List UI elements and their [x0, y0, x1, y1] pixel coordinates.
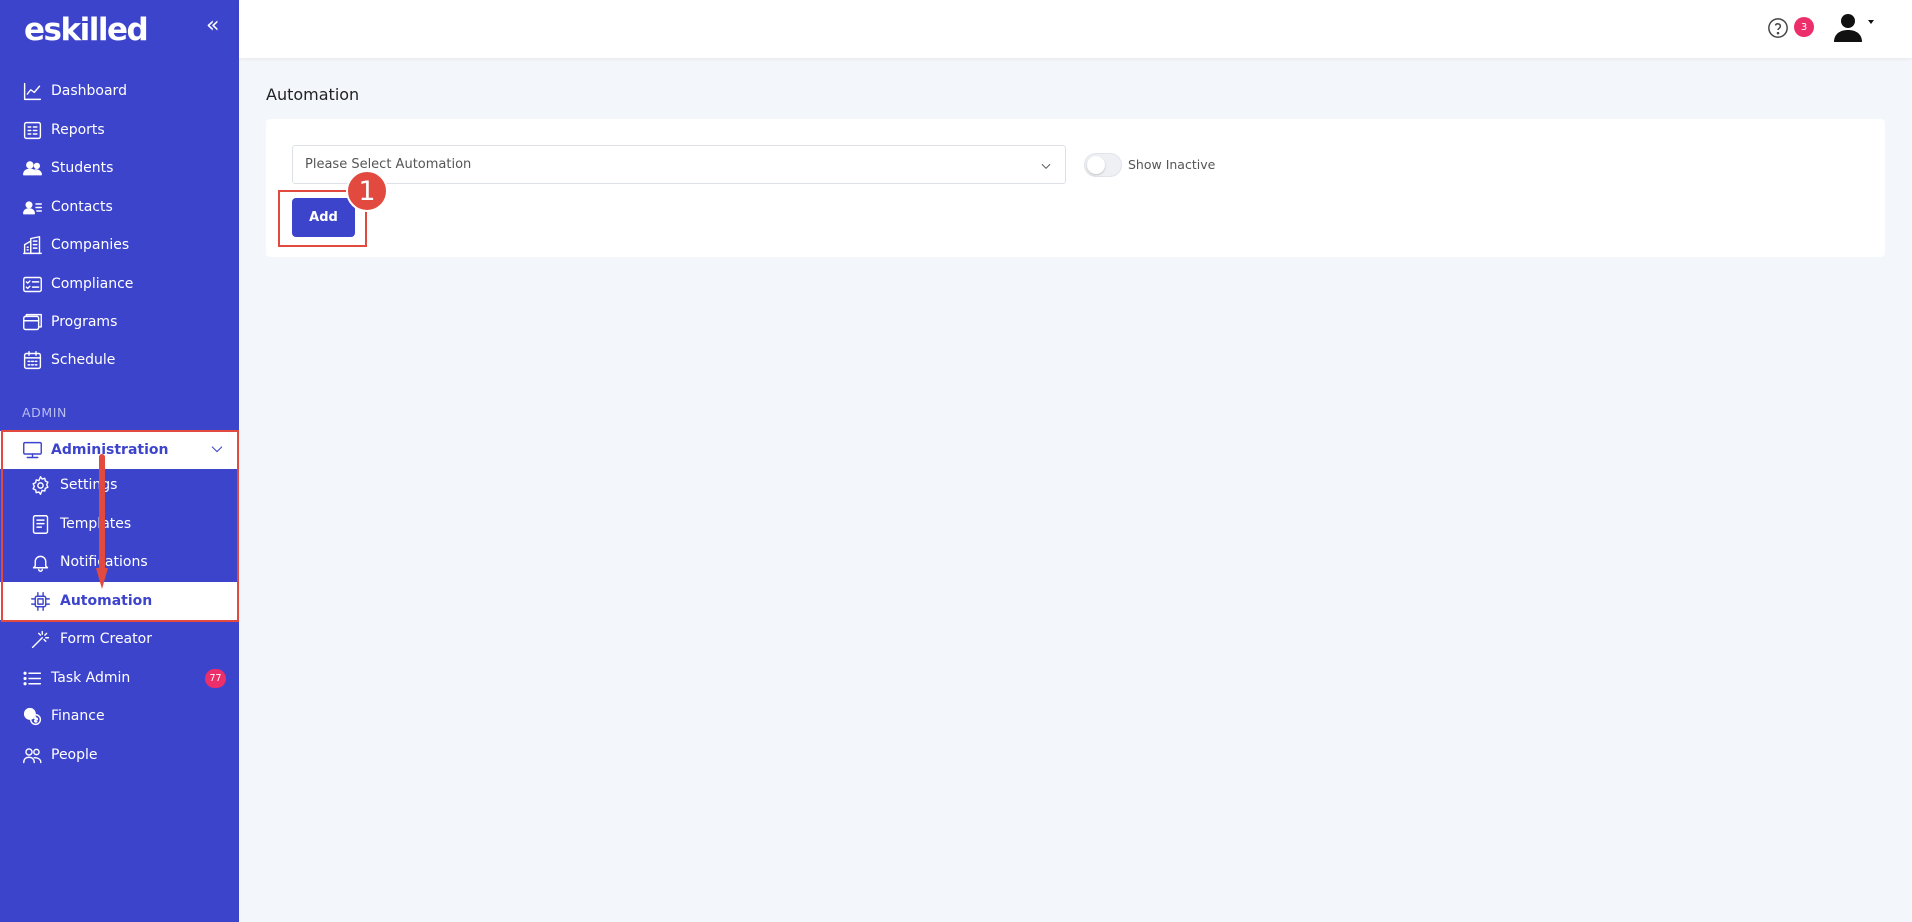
sidebar-item-label: Reports [51, 122, 105, 138]
sidebar-item-compliance[interactable]: Compliance [0, 265, 239, 303]
sidebar-item-label: Dashboard [51, 83, 127, 99]
sidebar: eskilled « Dashboard Reports Students Co… [0, 0, 239, 922]
gear-icon [28, 473, 52, 497]
sidebar-item-reports[interactable]: Reports [0, 111, 239, 149]
sidebar-item-label: Students [51, 160, 114, 176]
list-icon [20, 666, 44, 690]
show-inactive-label: Show Inactive [1128, 157, 1216, 172]
section-header-admin: ADMIN [22, 405, 67, 420]
automation-card [266, 119, 1885, 257]
sidebar-item-label: Finance [51, 708, 105, 724]
sidebar-item-label: Companies [51, 237, 130, 253]
sidebar-item-templates[interactable]: Templates [0, 505, 239, 543]
task-count-badge: 77 [205, 669, 226, 688]
caret-down-icon[interactable] [1868, 20, 1874, 24]
show-inactive-toggle[interactable] [1084, 153, 1122, 177]
sidebar-item-label: Automation [60, 593, 153, 609]
bell-icon [28, 550, 52, 574]
sidebar-item-notifications[interactable]: Notifications [0, 543, 239, 581]
sidebar-item-task-admin[interactable]: Task Admin 77 [0, 659, 239, 697]
sidebar-item-label: Settings [60, 477, 118, 493]
chip-icon [28, 589, 52, 613]
user-icon [1834, 14, 1862, 42]
folders-icon [20, 310, 44, 334]
step-number-badge: 1 [346, 170, 388, 212]
sidebar-item-label: Contacts [51, 199, 113, 215]
buildings-icon [20, 233, 44, 257]
help-circle-icon[interactable] [1767, 17, 1789, 39]
sidebar-item-finance[interactable]: Finance [0, 697, 239, 735]
notification-badge[interactable]: 3 [1794, 17, 1814, 37]
sidebar-item-label: Schedule [51, 352, 116, 368]
sidebar-item-contacts[interactable]: Contacts [0, 188, 239, 226]
chevrons-left-icon[interactable]: « [206, 14, 219, 38]
sidebar-item-automation[interactable]: Automation [0, 582, 239, 620]
sidebar-item-administration[interactable]: Administration [0, 431, 239, 469]
select-placeholder: Please Select Automation [305, 157, 472, 172]
users-icon [20, 156, 44, 180]
coins-icon [20, 704, 44, 728]
chart-line-icon [20, 79, 44, 103]
people-icon [20, 743, 44, 767]
sidebar-item-label: Task Admin [51, 670, 131, 686]
sidebar-item-dashboard[interactable]: Dashboard [0, 72, 239, 110]
sidebar-item-people[interactable]: People [0, 736, 239, 774]
sidebar-item-label: People [51, 747, 98, 763]
calendar-icon [20, 348, 44, 372]
sidebar-item-companies[interactable]: Companies [0, 226, 239, 264]
sidebar-item-label: Compliance [51, 276, 134, 292]
document-icon [28, 512, 52, 536]
sidebar-item-programs[interactable]: Programs [0, 303, 239, 341]
checklist-icon [20, 272, 44, 296]
toggle-knob [1087, 156, 1105, 174]
sidebar-item-settings[interactable]: Settings [0, 466, 239, 504]
top-bar [239, 0, 1912, 58]
magic-wand-icon [28, 627, 52, 651]
sidebar-item-students[interactable]: Students [0, 149, 239, 187]
user-menu[interactable] [1832, 12, 1874, 42]
monitor-icon [20, 438, 44, 462]
eskilled-logo[interactable]: eskilled [24, 12, 149, 48]
sidebar-item-label: Form Creator [60, 631, 152, 647]
sidebar-item-schedule[interactable]: Schedule [0, 341, 239, 379]
sidebar-item-label: Notifications [60, 554, 148, 570]
add-button[interactable]: Add [292, 198, 355, 237]
sidebar-item-form-creator[interactable]: Form Creator [0, 620, 239, 658]
chevron-down-icon [209, 441, 225, 461]
report-icon [20, 118, 44, 142]
automation-select[interactable]: Please Select Automation [292, 145, 1066, 184]
contact-card-icon [20, 195, 44, 219]
sidebar-item-label: Administration [51, 442, 169, 458]
sidebar-item-label: Templates [60, 516, 132, 532]
sidebar-item-label: Programs [51, 314, 118, 330]
chevron-down-icon [1039, 158, 1053, 177]
page-title: Automation [266, 85, 360, 104]
